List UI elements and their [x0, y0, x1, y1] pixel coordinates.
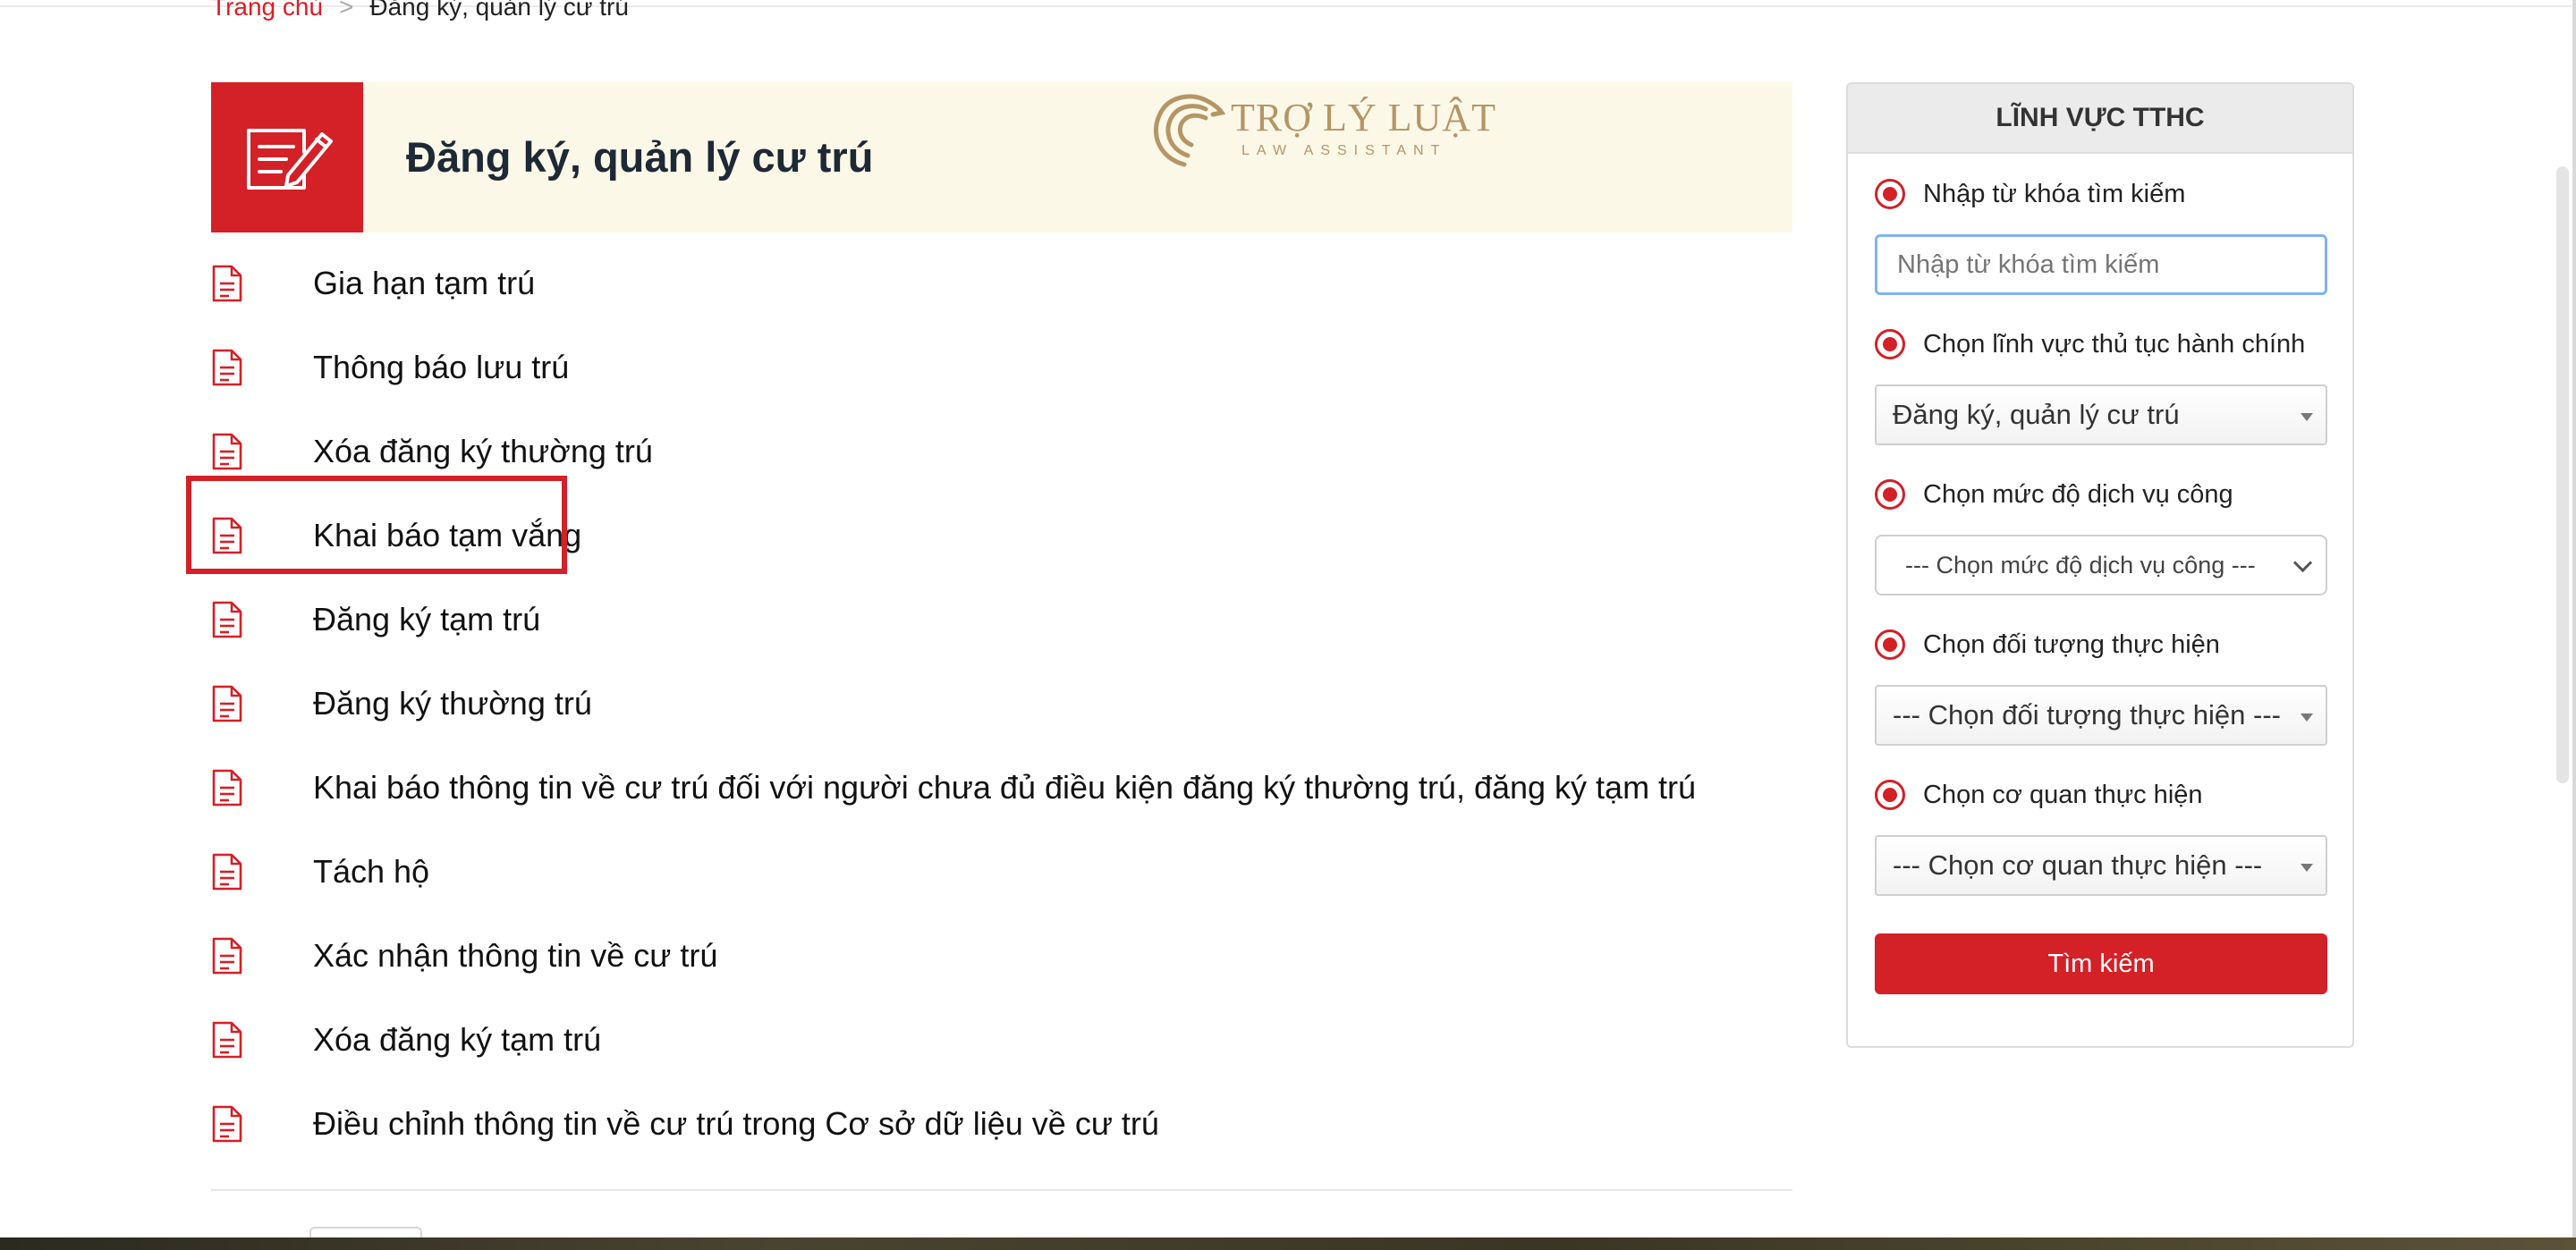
background-strip — [0, 1237, 2576, 1250]
level-select[interactable]: --- Chọn mức độ dịch vụ công --- — [1875, 535, 2327, 595]
page: Trang chủ > Đăng ký, quản lý cư trú Đăng k… — [0, 0, 2576, 1246]
procedure-link[interactable]: Đăng ký tạm trú — [313, 601, 540, 638]
logo-name: TRỢ LÝ LUẬT — [1231, 96, 1496, 139]
document-icon — [211, 264, 243, 303]
tro-ly-luat-logo: TRỢ LÝ LUẬT LAW ASSISTANT — [1141, 86, 1496, 179]
procedure-item[interactable]: Gia hạn tạm trú — [211, 241, 1792, 325]
radio-selected-icon[interactable] — [1875, 629, 1905, 660]
list-divider — [211, 1189, 1792, 1191]
document-icon — [211, 1020, 243, 1060]
field-select-value: Đăng ký, quản lý cư trú — [1893, 399, 2180, 430]
category-title: Đăng ký, quản lý cư trú — [406, 133, 874, 181]
agency-label: Chọn cơ quan thực hiện — [1923, 780, 2203, 809]
document-icon — [211, 936, 243, 976]
logo-tagline: LAW ASSISTANT — [1241, 143, 1447, 158]
field-label: Chọn lĩnh vực thủ tục hành chính — [1923, 329, 2306, 359]
subject-label: Chọn đối tượng thực hiện — [1923, 629, 2220, 659]
eagle-logo-icon — [1153, 94, 1226, 167]
procedure-link[interactable]: Gia hạn tạm trú — [313, 265, 535, 302]
breadcrumb-home-link[interactable]: Trang chủ — [211, 0, 323, 21]
filter-sidebar: LĨNH VỰC TTHC Nhập từ khóa tìm kiếm Chọn… — [1846, 82, 2354, 1048]
procedure-link[interactable]: Tách hộ — [313, 853, 429, 891]
keyword-option[interactable]: Nhập từ khóa tìm kiếm — [1875, 179, 2185, 209]
document-icon — [211, 1104, 243, 1144]
document-icon — [211, 600, 243, 639]
agency-select[interactable]: --- Chọn cơ quan thực hiện --- — [1875, 835, 2327, 896]
agency-select-value: --- Chọn cơ quan thực hiện --- — [1893, 849, 2263, 881]
level-select-value: --- Chọn mức độ dịch vụ công --- — [1905, 551, 2256, 579]
document-icon — [211, 768, 243, 807]
document-icon — [211, 348, 243, 387]
radio-selected-icon[interactable] — [1875, 179, 1905, 209]
procedure-item[interactable]: Khai báo tạm vắng — [211, 494, 1792, 578]
procedure-list: Gia hạn tạm trú Thông báo lưu trú Xóa đăng… — [211, 241, 1792, 1166]
chevron-down-icon — [2292, 553, 2313, 573]
scrollbar[interactable] — [2556, 166, 2569, 783]
procedure-link[interactable]: Xóa đăng ký thường trú — [313, 433, 653, 470]
procedure-link[interactable]: Thông báo lưu trú — [313, 349, 569, 386]
procedure-link[interactable]: Điều chỉnh thông tin về cư trú trong Cơ … — [313, 1105, 1159, 1143]
document-icon — [211, 684, 243, 723]
level-label: Chọn mức độ dịch vụ công — [1923, 479, 2233, 509]
subject-option[interactable]: Chọn đối tượng thực hiện — [1875, 629, 2220, 660]
procedure-link[interactable]: Khai báo tạm vắng — [313, 517, 581, 554]
procedure-item[interactable]: Thông báo lưu trú — [211, 325, 1792, 410]
procedure-item[interactable]: Khai báo thông tin về cư trú đối với ngư… — [211, 746, 1792, 830]
procedure-item[interactable]: Xóa đăng ký thường trú — [211, 410, 1792, 494]
banner-icon-box — [211, 82, 363, 232]
subject-select-value: --- Chọn đối tượng thực hiện --- — [1893, 699, 2281, 731]
procedure-link[interactable]: Xóa đăng ký tạm trú — [313, 1021, 601, 1059]
procedure-item[interactable]: Xác nhận thông tin về cư trú — [211, 914, 1792, 998]
caret-down-icon — [2301, 864, 2313, 872]
radio-selected-icon[interactable] — [1875, 780, 1905, 810]
category-banner: Đăng ký, quản lý cư trú TRỢ LÝ LUẬT LAW … — [211, 82, 1792, 232]
caret-down-icon — [2301, 714, 2313, 722]
caret-down-icon — [2301, 413, 2313, 421]
document-icon — [211, 432, 243, 471]
procedure-item[interactable]: Tách hộ — [211, 830, 1792, 914]
document-icon — [211, 852, 243, 891]
agency-option[interactable]: Chọn cơ quan thực hiện — [1875, 780, 2203, 810]
procedure-item[interactable]: Đăng ký thường trú — [211, 662, 1792, 746]
procedure-item[interactable]: Điều chỉnh thông tin về cư trú trong Cơ … — [211, 1082, 1792, 1166]
radio-selected-icon[interactable] — [1875, 479, 1905, 510]
procedure-item[interactable]: Đăng ký tạm trú — [211, 578, 1792, 662]
search-button[interactable]: Tìm kiếm — [1875, 933, 2327, 994]
procedure-link[interactable]: Xác nhận thông tin về cư trú — [313, 937, 717, 975]
level-option[interactable]: Chọn mức độ dịch vụ công — [1875, 479, 2233, 510]
sidebar-title: LĨNH VỰC TTHC — [1848, 84, 2352, 154]
field-select[interactable]: Đăng ký, quản lý cư trú — [1875, 384, 2327, 445]
document-icon — [211, 516, 243, 555]
breadcrumb: Trang chủ > Đăng ký, quản lý cư trú — [211, 0, 629, 23]
subject-select[interactable]: --- Chọn đối tượng thực hiện --- — [1875, 685, 2327, 746]
procedure-item[interactable]: Xóa đăng ký tạm trú — [211, 998, 1792, 1082]
procedure-link[interactable]: Khai báo thông tin về cư trú đối với ngư… — [313, 769, 1696, 807]
breadcrumb-separator: > — [339, 0, 354, 21]
radio-selected-icon[interactable] — [1875, 329, 1905, 359]
breadcrumb-current: Đăng ký, quản lý cư trú — [369, 0, 629, 21]
keyword-search-input[interactable] — [1875, 234, 2327, 295]
field-option[interactable]: Chọn lĩnh vực thủ tục hành chính — [1875, 329, 2305, 359]
procedure-link[interactable]: Đăng ký thường trú — [313, 685, 592, 722]
edit-document-icon — [247, 129, 333, 190]
keyword-label: Nhập từ khóa tìm kiếm — [1923, 179, 2186, 208]
